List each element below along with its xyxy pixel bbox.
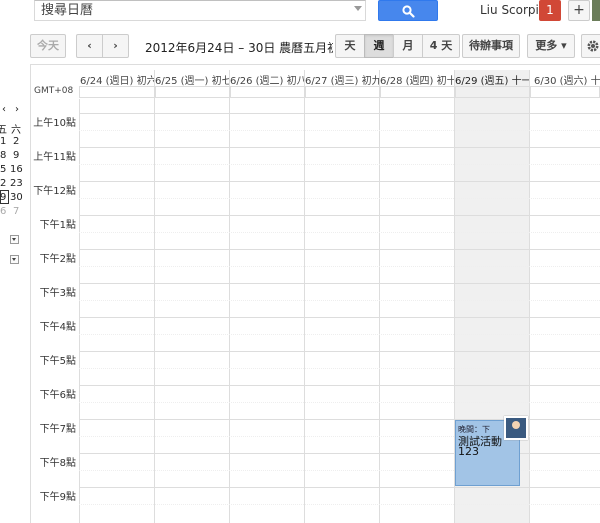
hour-label: 下午8點 (39, 458, 76, 469)
hour-label: 下午4點 (39, 322, 76, 333)
prev-week-button[interactable]: ‹ (76, 34, 103, 58)
share-plus-button[interactable]: + (568, 0, 590, 21)
allday-cell[interactable] (79, 86, 156, 98)
hour-label: 下午3點 (39, 288, 76, 299)
hour-line (79, 283, 600, 284)
mini-cal-header-sat: 六 (11, 125, 21, 136)
allday-cell[interactable] (530, 86, 600, 98)
column-divider (229, 70, 230, 523)
half-hour-line (79, 300, 600, 301)
view-month-button[interactable]: 月 (393, 34, 423, 58)
half-hour-line (79, 164, 600, 165)
avatar[interactable] (592, 0, 600, 21)
hour-line (79, 453, 600, 454)
half-hour-line (79, 266, 600, 267)
my-calendars-dropdown-icon[interactable] (10, 235, 19, 244)
hour-line (79, 385, 600, 386)
allday-cell[interactable] (305, 86, 381, 98)
day-header-today[interactable]: 6/29 (週五) 十一 (455, 72, 530, 87)
hour-line (79, 215, 600, 216)
half-hour-line (79, 130, 600, 131)
hour-line (79, 487, 600, 488)
view-week-button[interactable]: 週 (364, 34, 394, 58)
mini-cal-day[interactable]: 1 (0, 136, 6, 147)
mini-cal-prev-button[interactable]: ‹ (2, 104, 6, 115)
settings-button[interactable] (581, 34, 600, 58)
day-header[interactable]: 6/25 (週一) 初七 (155, 72, 230, 87)
gear-icon (587, 40, 599, 52)
hour-label: 上午11點 (33, 152, 76, 163)
event-owner-avatar (504, 416, 528, 440)
mini-cal-day[interactable]: 8 (0, 150, 6, 161)
today-button[interactable]: 今天 (30, 34, 66, 58)
hour-label: 下午7點 (39, 424, 76, 435)
half-hour-line (79, 232, 600, 233)
user-name[interactable]: Liu Scorpio (480, 3, 546, 17)
mini-cal-day[interactable]: 2 (13, 136, 19, 147)
allday-cell[interactable] (380, 86, 456, 98)
mini-cal-day[interactable]: 9 (13, 150, 19, 161)
search-button[interactable] (378, 0, 438, 21)
notification-badge[interactable]: 1 (539, 0, 561, 21)
column-divider (529, 70, 530, 523)
mini-cal-day[interactable]: 5 (0, 164, 6, 175)
hour-label: 下午9點 (39, 492, 76, 503)
mini-cal-day[interactable]: 7 (13, 206, 19, 217)
allday-cell[interactable] (455, 86, 531, 98)
view-day-button[interactable]: 天 (335, 34, 365, 58)
hour-line (79, 147, 600, 148)
next-week-button[interactable]: › (102, 34, 129, 58)
search-options-chevron-icon[interactable] (354, 6, 362, 11)
mini-cal-day[interactable]: 2 (0, 178, 6, 189)
hour-line (79, 351, 600, 352)
mini-cal-day[interactable]: 6 (0, 206, 6, 217)
column-divider (154, 70, 155, 523)
column-divider (79, 99, 80, 523)
search-input[interactable]: 搜尋日曆 (34, 0, 366, 21)
more-button[interactable]: 更多 ▾ (527, 34, 575, 58)
view-4day-button[interactable]: 4 天 (422, 34, 460, 58)
hour-label: 下午5點 (39, 356, 76, 367)
hour-line (79, 113, 600, 114)
day-header[interactable]: 6/28 (週四) 初十 (380, 72, 455, 87)
hour-line (79, 317, 600, 318)
mini-cal-header-fri: 五 (0, 125, 7, 136)
column-divider (379, 70, 380, 523)
mini-cal-day[interactable]: 9 (0, 192, 6, 203)
half-hour-line (79, 334, 600, 335)
hour-label: 下午1點 (39, 220, 76, 231)
mini-cal-next-button[interactable]: › (15, 104, 19, 115)
timezone-label: GMT+08 (34, 86, 74, 96)
column-divider (304, 70, 305, 523)
allday-cell[interactable] (230, 86, 306, 98)
day-header[interactable]: 6/24 (週日) 初六 (80, 72, 155, 87)
half-hour-line (79, 402, 600, 403)
half-hour-line (79, 470, 600, 471)
half-hour-line (79, 198, 600, 199)
hour-label: 上午10點 (33, 118, 76, 129)
event-description: 123 (458, 445, 479, 458)
hour-line (79, 249, 600, 250)
view-agenda-button[interactable]: 待辦事項 (462, 34, 520, 58)
other-calendars-dropdown-icon[interactable] (10, 255, 19, 264)
day-header[interactable]: 6/27 (週三) 初九 (305, 72, 380, 87)
search-icon (402, 5, 415, 18)
mini-cal-day[interactable]: 23 (10, 178, 23, 189)
hour-line (79, 181, 600, 182)
mini-cal-day[interactable]: 16 (10, 164, 23, 175)
hour-label: 下午6點 (39, 390, 76, 401)
hour-label: 下午2點 (39, 254, 76, 265)
day-header[interactable]: 6/30 (週六) 十二 (530, 72, 600, 87)
allday-cell[interactable] (155, 86, 231, 98)
half-hour-line (79, 368, 600, 369)
day-header[interactable]: 6/26 (週二) 初八 (230, 72, 305, 87)
mini-cal-day[interactable]: 30 (10, 192, 23, 203)
date-range-title: 2012年6月24日 – 30日 農曆五月初六 (145, 41, 333, 55)
half-hour-line (79, 504, 600, 505)
hour-label: 下午12點 (33, 186, 76, 197)
